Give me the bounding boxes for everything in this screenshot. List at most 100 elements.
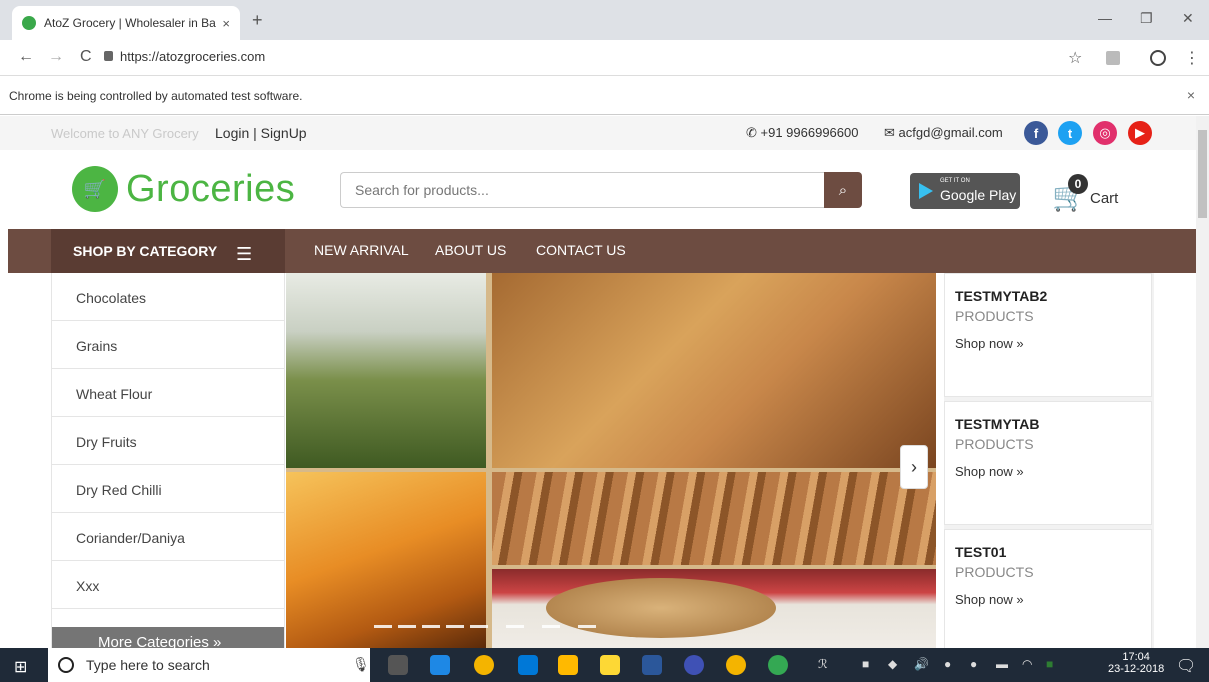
forward-icon[interactable]: → [48,48,64,66]
word-icon[interactable] [642,655,662,675]
taskbar-search[interactable]: Type here to search [48,648,370,682]
gplay-small-text: GET IT ON [940,178,970,184]
app-icon[interactable] [430,655,450,675]
slider-next-button[interactable]: › [900,445,928,489]
cortana-icon [58,657,74,673]
promo-card[interactable]: TESTMYTAB2 PRODUCTS Shop now » [944,273,1152,397]
address-bar: ← → C https://atozgroceries.com ☆ ⋮ [0,40,1209,76]
back-icon[interactable]: ← [18,48,34,66]
category-item-wheat-flour[interactable]: Wheat Flour [52,369,284,417]
category-item-grains[interactable]: Grains [52,321,284,369]
infobar-close-icon[interactable]: × [1187,87,1195,103]
eclipse-icon[interactable] [684,655,704,675]
edge-icon[interactable] [518,655,538,675]
profile-icon[interactable] [1150,50,1166,66]
slider-dot[interactable] [578,625,596,628]
tray-app-icon[interactable]: ● [970,657,977,671]
battery-icon[interactable]: ▬ [996,657,1008,671]
cart-label: Cart [1090,190,1119,207]
promo-subtitle: PRODUCTS [955,308,1034,324]
promo-title: TESTMYTAB [955,416,1040,432]
nav-new-arrival[interactable]: NEW ARRIVAL [314,242,409,258]
url-field[interactable]: https://atozgroceries.com [120,49,265,64]
promo-title: TESTMYTAB2 [955,288,1048,304]
cart-logo-icon: 🛒 [72,166,118,212]
cart-button[interactable]: 🛒 0 Cart [1052,174,1132,214]
nav-about-us[interactable]: ABOUT US [435,242,506,258]
tray-app-icon[interactable]: ■ [862,657,869,671]
clock-date: 23-12-2018 [1108,663,1165,675]
windows-taskbar: ⊞ Type here to search 🎙 ℛ ■ ◆ 🔊 ● ● ▬ ◠ … [0,648,1209,682]
system-clock[interactable]: 17:04 23-12-2018 [1108,651,1164,675]
tab-close-icon[interactable]: × [222,16,230,31]
browser-tab[interactable]: AtoZ Grocery | Wholesaler in Ban × [12,6,240,40]
chrome-icon[interactable] [474,655,494,675]
login-signup-link[interactable]: Login | SignUp [215,125,307,141]
tray-shield-icon[interactable]: ◆ [888,657,897,671]
bookmark-star-icon[interactable]: ☆ [1068,48,1082,68]
slider-dot[interactable] [542,625,560,628]
task-view-icon[interactable] [388,655,408,675]
tray-app-icon[interactable]: ● [944,657,951,671]
new-tab-button[interactable]: + [252,10,263,31]
wifi-icon[interactable]: ◠ [1022,657,1032,671]
facebook-icon[interactable]: f [1024,121,1048,145]
promo-subtitle: PRODUCTS [955,564,1034,580]
shop-now-link[interactable]: Shop now » [955,336,1141,351]
phone-text: +91 9966996600 [760,125,859,140]
twitter-icon[interactable]: t [1058,121,1082,145]
reload-icon[interactable]: C [80,48,92,66]
scrollbar-thumb[interactable] [1198,130,1207,218]
email-text: acfgd@gmail.com [898,125,1003,140]
slider-dot[interactable] [374,625,392,628]
chrome-icon[interactable] [768,655,788,675]
people-icon[interactable]: ℛ [818,657,828,671]
nav-contact-us[interactable]: CONTACT US [536,242,626,258]
chrome-icon[interactable] [726,655,746,675]
browser-tab-strip: AtoZ Grocery | Wholesaler in Ban × + — ❐… [0,0,1209,40]
page-scrollbar[interactable] [1196,116,1209,648]
slider-dot[interactable] [422,625,440,628]
window-close-button[interactable]: ✕ [1182,10,1194,27]
category-item-xxx[interactable]: Xxx [52,561,284,609]
shop-by-category-label: SHOP BY CATEGORY [73,243,218,259]
category-item-chocolates[interactable]: Chocolates [52,273,284,321]
search-button[interactable]: ⌕ [824,172,862,208]
category-item-dry-fruits[interactable]: Dry Fruits [52,417,284,465]
volume-icon[interactable]: 🔊 [914,657,929,671]
google-play-badge[interactable]: GET IT ON Google Play [910,173,1020,209]
file-explorer-icon[interactable] [558,655,578,675]
gplay-big-text: Google Play [940,187,1017,203]
tray-app-icon[interactable]: ■ [1046,657,1053,671]
shop-now-link[interactable]: Shop now » [955,592,1141,607]
infobar-message: Chrome is being controlled by automated … [9,89,303,103]
instagram-icon[interactable]: ◎ [1093,121,1117,145]
search-input[interactable] [340,172,826,208]
promo-card[interactable]: TESTMYTAB PRODUCTS Shop now » [944,401,1152,525]
email-address[interactable]: ✉ acfgd@gmail.com [884,125,1003,141]
restore-button[interactable]: ❐ [1140,10,1153,27]
category-item-coriander[interactable]: Coriander/Daniya [52,513,284,561]
site-logo[interactable]: 🛒 Groceries [72,166,295,212]
microphone-icon[interactable]: 🎙 [352,656,370,673]
shop-now-link[interactable]: Shop now » [955,464,1141,479]
hamburger-menu-icon[interactable]: ☰ [236,244,252,265]
hero-slider[interactable] [286,273,936,648]
slider-dot[interactable] [506,625,524,628]
slider-dot[interactable] [446,625,464,628]
promo-subtitle: PRODUCTS [955,436,1034,452]
windows-start-icon[interactable]: ⊞ [14,657,27,677]
sticky-notes-icon[interactable] [600,655,620,675]
category-menu: Chocolates Grains Wheat Flour Dry Fruits… [51,273,285,648]
play-store-icon [919,183,933,199]
promo-card[interactable]: TEST01 PRODUCTS Shop now » [944,529,1152,648]
extension-icon[interactable] [1106,51,1120,65]
chrome-menu-icon[interactable]: ⋮ [1184,48,1200,68]
category-item-dry-red-chilli[interactable]: Dry Red Chilli [52,465,284,513]
minimize-button[interactable]: — [1098,10,1112,26]
youtube-icon[interactable]: ▶ [1128,121,1152,145]
slider-dot[interactable] [470,625,488,628]
notification-icon[interactable]: 🗨 [1176,656,1196,676]
slider-dot[interactable] [398,625,416,628]
more-categories-button[interactable]: More Categories » [52,627,284,648]
